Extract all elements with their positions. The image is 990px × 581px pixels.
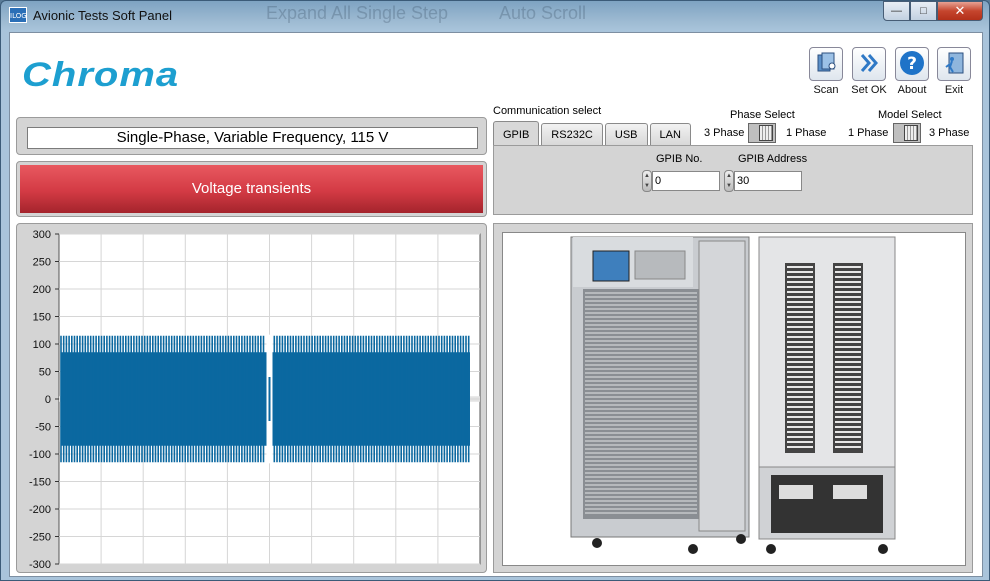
model-select-toggle[interactable] [893, 123, 921, 143]
phase-select-left: 3 Phase [704, 127, 745, 139]
y-tick-label: 100 [33, 339, 51, 351]
y-tick-label: -250 [29, 532, 51, 544]
app-window: ILOG Avionic Tests Soft Panel Expand All… [0, 0, 990, 581]
maximize-button[interactable]: □ [910, 1, 937, 21]
model-select-title: Model Select [878, 109, 942, 121]
model-select-left: 1 Phase [848, 127, 889, 139]
tab-rs232c[interactable]: RS232C [541, 123, 603, 145]
window-title: Avionic Tests Soft Panel [33, 8, 172, 23]
y-tick-label: 200 [33, 284, 51, 296]
gpib-panel: GPIB No. ▲ ▼ 0 GPIB Address ▲ ▼ 30 [493, 145, 973, 215]
comm-select-label: Communication select [493, 105, 602, 117]
ghost-menu-step: Single Step [356, 3, 449, 23]
double-chevron-icon [856, 50, 882, 79]
product-image [502, 232, 966, 566]
exit-label: Exit [944, 84, 964, 96]
mode-display: Single-Phase, Variable Frequency, 115 V [27, 127, 478, 149]
model-select-right: 3 Phase [929, 127, 970, 139]
exit-button[interactable]: Exit [935, 47, 973, 96]
y-tick-label: 300 [33, 229, 51, 241]
comm-tabs: GPIB RS232C USB LAN [493, 121, 693, 146]
ghost-menu-scroll: Auto Scroll [499, 3, 587, 23]
gpib-no-input[interactable]: 0 [652, 171, 720, 191]
chroma-logo: Chroma [22, 56, 180, 94]
y-tick-label: -200 [29, 504, 51, 516]
test-panel: Voltage transients [16, 161, 487, 217]
waveform-chart: 300 250 200 150 100 50 0 -50 -100 -150 -200 -250 -30… [29, 229, 481, 571]
minimize-button[interactable]: — [883, 1, 910, 21]
phase-select-right: 1 Phase [786, 127, 827, 139]
ghost-menu-expand: Expand All [266, 3, 352, 23]
y-tick-label: -50 [35, 422, 51, 434]
y-tick-label: 50 [39, 367, 51, 379]
help-icon: ? [898, 49, 926, 80]
gpib-address-label: GPIB Address [738, 153, 808, 165]
y-tick-label: 250 [33, 257, 51, 269]
tab-usb[interactable]: USB [604, 123, 648, 145]
y-tick-label: -100 [29, 449, 51, 461]
scan-icon [813, 50, 839, 79]
voltage-transients-button[interactable]: Voltage transients [20, 165, 483, 213]
mode-panel: Single-Phase, Variable Frequency, 115 V [16, 117, 487, 155]
product-image-panel [493, 223, 973, 573]
y-tick-label: -300 [29, 559, 51, 571]
exit-door-icon [941, 50, 967, 79]
gpib-address-spinner[interactable]: ▲ ▼ [724, 170, 734, 192]
y-tick-label: -150 [29, 477, 51, 489]
gpib-no-label: GPIB No. [656, 153, 703, 165]
tab-lan[interactable]: LAN [649, 123, 691, 145]
title-bar[interactable]: ILOG Avionic Tests Soft Panel Expand All… [1, 1, 989, 31]
app-icon: ILOG [9, 7, 27, 23]
gpib-no-spinner[interactable]: ▲ ▼ [642, 170, 652, 192]
svg-text:?: ? [907, 54, 917, 74]
y-tick-label: 0 [45, 394, 51, 406]
tab-gpib[interactable]: GPIB [493, 121, 540, 146]
phase-select-toggle[interactable] [748, 123, 776, 143]
waveform-chart-panel: 300 250 200 150 100 50 0 -50 -100 -150 -200 -250 -30… [16, 223, 487, 573]
client-area: Chroma Scan Set OK ? About Exit Single-P… [9, 32, 983, 577]
close-button[interactable]: ✕ [937, 1, 983, 21]
phase-select-title: Phase Select [730, 109, 795, 121]
gpib-address-input[interactable]: 30 [734, 171, 802, 191]
y-tick-label: 150 [33, 312, 51, 324]
